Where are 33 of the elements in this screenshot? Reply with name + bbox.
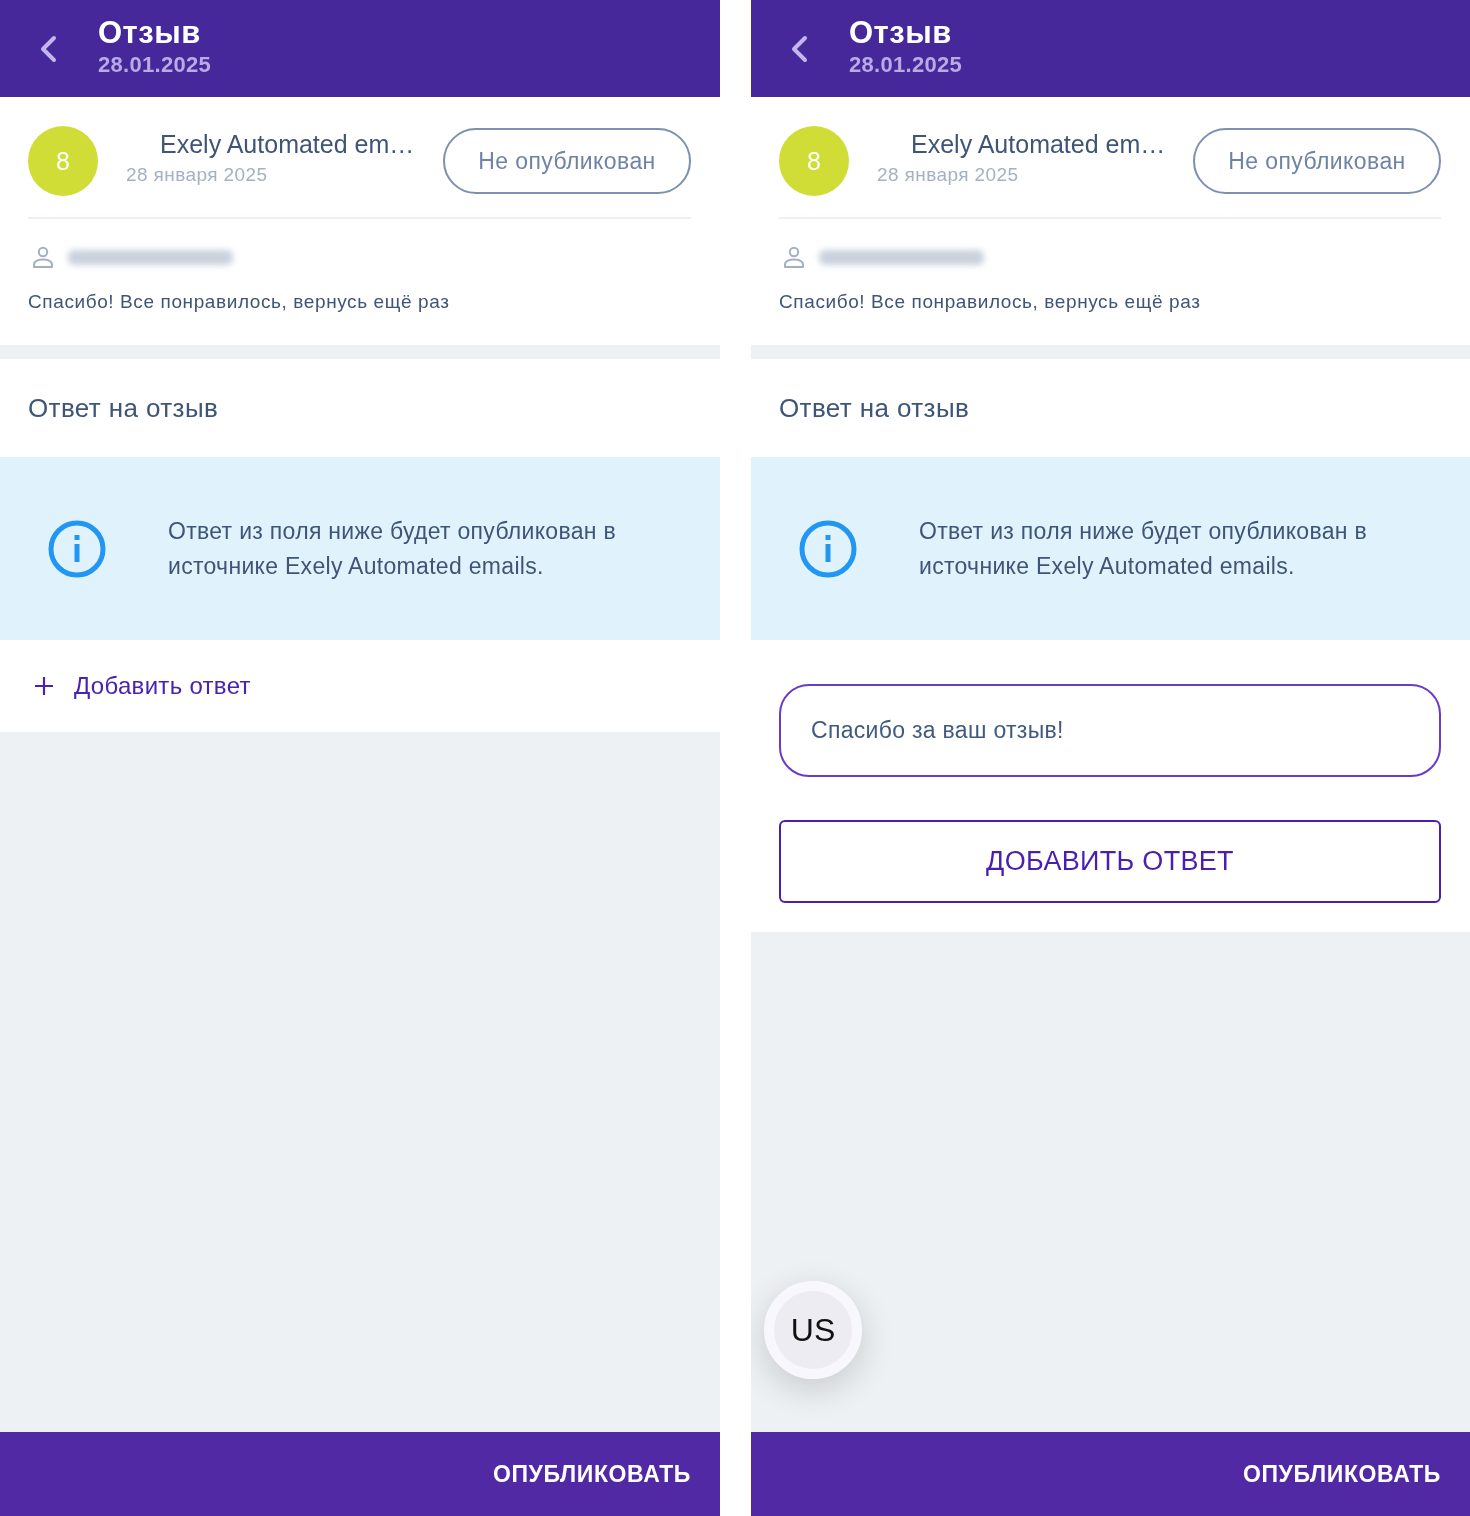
- status-badge: Не опубликован: [443, 128, 691, 194]
- chevron-left-icon: [38, 34, 58, 63]
- info-icon: [799, 519, 857, 578]
- person-icon: [32, 246, 54, 268]
- screen-title: Отзыв: [98, 14, 201, 51]
- section-title: Ответ на отзыв: [28, 392, 219, 424]
- review-text: Спасибо! Все понравилось, вернусь ещё раз: [28, 290, 451, 314]
- back-button[interactable]: [789, 34, 809, 63]
- review-source: Exely Automated em…: [159, 129, 415, 159]
- publish-button[interactable]: ОПУБЛИКОВАТЬ: [751, 1432, 1470, 1516]
- screen-date: 28.01.2025: [849, 50, 963, 79]
- person-icon: [783, 246, 805, 268]
- floating-circle-button[interactable]: US: [764, 1281, 862, 1379]
- screen-date: 28.01.2025: [98, 50, 212, 79]
- review-date: 28 января 2025: [877, 163, 1019, 187]
- add-reply-button[interactable]: ДОБАВИТЬ ОТВЕТ: [779, 820, 1441, 903]
- review-date: 28 января 2025: [126, 163, 268, 187]
- back-button[interactable]: [38, 34, 58, 63]
- review-source: Exely Automated em…: [910, 129, 1166, 159]
- rating-badge: 8: [28, 126, 98, 196]
- section-title: Ответ на отзыв: [779, 392, 970, 424]
- info-text: Ответ из поля ниже будет опубликован в источнике Exely Automated emails.: [919, 516, 1368, 581]
- screen-title: Отзыв: [849, 14, 952, 51]
- reply-input[interactable]: Спасибо за ваш отзыв!: [779, 684, 1441, 777]
- info-icon: [48, 519, 106, 578]
- publish-button[interactable]: ОПУБЛИКОВАТЬ: [0, 1432, 720, 1516]
- add-reply-link[interactable]: Добавить ответ: [35, 672, 251, 700]
- status-badge: Не опубликован: [1193, 128, 1441, 194]
- review-text: Спасибо! Все понравилось, вернусь ещё раз: [779, 290, 1202, 314]
- plus-icon: [35, 677, 53, 695]
- rating-badge: 8: [779, 126, 849, 196]
- chevron-left-icon: [789, 34, 809, 63]
- info-text: Ответ из поля ниже будет опубликован в источнике Exely Automated emails.: [168, 516, 617, 581]
